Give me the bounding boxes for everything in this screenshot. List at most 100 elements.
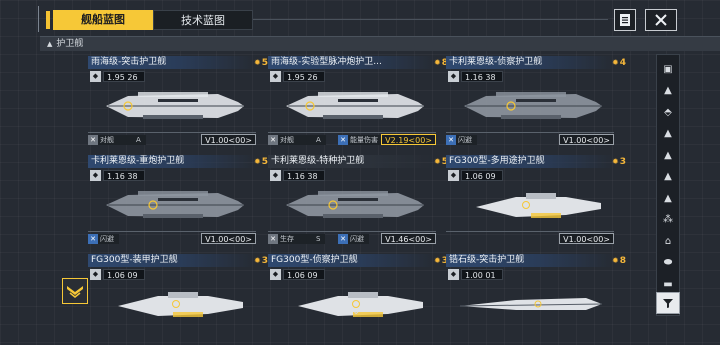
gear-icon: ✹: [612, 58, 619, 67]
ship-stat: ◆ 1.00 01: [448, 269, 503, 280]
blueprint-card-title: 卡利莱恩级-特种护卫舰: [268, 155, 436, 168]
faction-emblem[interactable]: [62, 278, 88, 304]
stat-value: 1.95 26: [103, 71, 145, 82]
ship-stat: ◆ 1.95 26: [90, 71, 145, 82]
card-footer: ✕ 生存 S ✕ 闪避 V1.46<00>: [268, 231, 436, 244]
blueprint-card-title: 雨海级-实验型脉冲炮护卫...: [268, 56, 436, 69]
blueprint-card-title: FG300型-多用途护卫舰: [446, 155, 614, 168]
version-badge: V1.46<00>: [381, 233, 436, 244]
ship-trait-tag: ✕ 对舰 A: [268, 135, 326, 145]
ship-class-icon: ◆: [448, 71, 459, 82]
ship-class-9-icon[interactable]: ⌂: [657, 231, 679, 251]
ship-image: [286, 191, 424, 218]
blueprint-card[interactable]: 卡利莱恩级-特种护卫舰 ✹5 ◆ 1.16 38 ✕ 生存 S ✕ 闪避 V1.46<00>: [268, 155, 448, 246]
blueprint-card-title: FG300型-装甲护卫舰: [88, 254, 256, 267]
corner-decoration: [38, 6, 44, 32]
trait-icon: ✕: [338, 135, 348, 145]
blueprint-card[interactable]: 卡利莱恩级-侦察护卫舰 ✹4 ◆ 1.16 38 ✕ 闪避 V1.00<00>: [446, 56, 626, 147]
ship-stat: ◆ 1.16 38: [448, 71, 503, 82]
ship-class-1-icon[interactable]: ▣: [657, 59, 679, 79]
blueprint-card[interactable]: 雨海级-实验型脉冲炮护卫... ✹8 ◆ 1.95 26 ✕ 对舰 A ✕ 能量伤害 V2.19<…: [268, 56, 448, 147]
gear-icon: ✹: [254, 157, 261, 166]
blueprint-card-title: 锆石级-突击护卫舰: [446, 254, 614, 267]
section-label: 护卫舰: [56, 39, 84, 49]
ship-class-3-icon[interactable]: ⬘: [657, 102, 679, 122]
filter-button[interactable]: [656, 292, 680, 314]
tab-ship-blueprints[interactable]: 舰船蓝图: [53, 10, 153, 30]
ship-class-4-icon[interactable]: ▲: [657, 124, 679, 144]
gear-icon: ✹: [254, 256, 261, 265]
gear-icon: ✹: [612, 256, 619, 265]
ship-type-sidebar: ▣ ▲ ⬘ ▲ ▲ ▲ ▲ ⁂ ⌂ ⬬ ▬: [656, 54, 680, 316]
blueprint-card[interactable]: FG300型-侦察护卫舰 ✹3 ◆ 1.06 09: [268, 254, 448, 345]
version-badge: V2.19<00>: [381, 134, 436, 145]
ship-stat: ◆ 1.06 09: [270, 269, 325, 280]
ship-class-icon: ◆: [90, 269, 101, 280]
ship-image: [476, 193, 601, 218]
scroll-down-chevron-icon: ⌄: [352, 306, 361, 317]
ship-class-2-icon[interactable]: ▲: [657, 81, 679, 101]
rank-value: 4: [619, 58, 626, 68]
blueprint-card[interactable]: FG300型-多用途护卫舰 ✹3 ◆ 1.06 09 V1.00<00>: [446, 155, 626, 246]
ship-class-7-icon[interactable]: ▲: [657, 188, 679, 208]
tab-accent-bar: [46, 11, 50, 29]
ship-class-icon: ◆: [270, 71, 281, 82]
filter-icon: [663, 299, 673, 308]
stat-value: 1.16 38: [283, 170, 325, 181]
ship-trait-tag: ✕ 闪避: [88, 234, 119, 244]
gear-icon: ✹: [434, 256, 441, 265]
ship-class-5-icon[interactable]: ▲: [657, 145, 679, 165]
ship-image: [298, 292, 423, 317]
close-button[interactable]: [645, 9, 677, 31]
rank-badge: ✹5: [254, 155, 268, 169]
stat-value: 1.06 09: [283, 269, 325, 280]
stat-value: 1.16 38: [103, 170, 145, 181]
rank-badge: ✹5: [254, 56, 268, 70]
rank-badge: ✹8: [612, 254, 626, 268]
version-badge: V1.00<00>: [201, 134, 256, 145]
tab-tech-blueprints[interactable]: 技术蓝图: [153, 10, 253, 30]
trait-grade: S: [316, 235, 321, 243]
blueprint-card-title: 雨海级-突击护卫舰: [88, 56, 256, 69]
blueprint-card-title: 卡利莱恩级-侦察护卫舰: [446, 56, 614, 69]
ship-stat: ◆ 1.16 38: [90, 170, 145, 181]
trait-grade: A: [136, 136, 141, 144]
ship-class-icon: ◆: [448, 269, 459, 280]
trait-grade: A: [316, 136, 321, 144]
ship-class-10-icon[interactable]: ⬬: [657, 253, 679, 273]
ship-trait-tag: ✕ 生存 S: [268, 234, 326, 244]
trait-label: 闪避: [458, 136, 472, 144]
ship-stat: ◆ 1.16 38: [270, 170, 325, 181]
rank-badge: ✹3: [254, 254, 268, 268]
blueprint-card-title: FG300型-侦察护卫舰: [268, 254, 436, 267]
stat-value: 1.00 01: [461, 269, 503, 280]
gear-icon: ✹: [612, 157, 619, 166]
trait-label: 生存: [280, 235, 294, 243]
blueprint-card[interactable]: 雨海级-突击护卫舰 ✹5 ◆ 1.95 26 ✕ 对舰 A V1.00<00>: [88, 56, 268, 147]
trait-icon: ✕: [268, 234, 278, 244]
section-header-frigate[interactable]: ▲ 护卫舰: [40, 36, 720, 51]
blueprint-list-button[interactable]: [614, 9, 636, 31]
blueprint-card[interactable]: 锆石级-突击护卫舰 ✹8 ◆ 1.00 01: [446, 254, 626, 345]
ship-image: [286, 92, 424, 119]
version-badge: V1.00<00>: [559, 134, 614, 145]
trait-icon: ✕: [268, 135, 278, 145]
ship-class-icon: ◆: [270, 269, 281, 280]
ship-class-8-icon[interactable]: ⁂: [657, 210, 679, 230]
gear-icon: ✹: [254, 58, 261, 67]
trait-icon: ✕: [88, 135, 98, 145]
gear-icon: ✹: [434, 58, 441, 67]
blueprint-card[interactable]: 卡利莱恩级-重炮护卫舰 ✹5 ◆ 1.16 38 ✕ 闪避 V1.00<00>: [88, 155, 268, 246]
trait-label: 对舰: [100, 136, 114, 144]
card-footer: ✕ 闪避 V1.00<00>: [88, 231, 256, 244]
document-icon: [620, 14, 630, 26]
blueprint-card[interactable]: FG300型-装甲护卫舰 ✹3 ◆ 1.06 09: [88, 254, 268, 345]
chevron-emblem-icon: [67, 286, 83, 298]
rank-value: 3: [619, 157, 626, 167]
ship-class-11-icon[interactable]: ▬: [657, 274, 679, 294]
top-bar: 舰船蓝图 技术蓝图: [0, 0, 720, 34]
rank-badge: ✹4: [612, 56, 626, 70]
ship-class-6-icon[interactable]: ▲: [657, 167, 679, 187]
ship-trait-tag: ✕ 闪避: [338, 234, 369, 244]
close-icon: [655, 14, 667, 26]
